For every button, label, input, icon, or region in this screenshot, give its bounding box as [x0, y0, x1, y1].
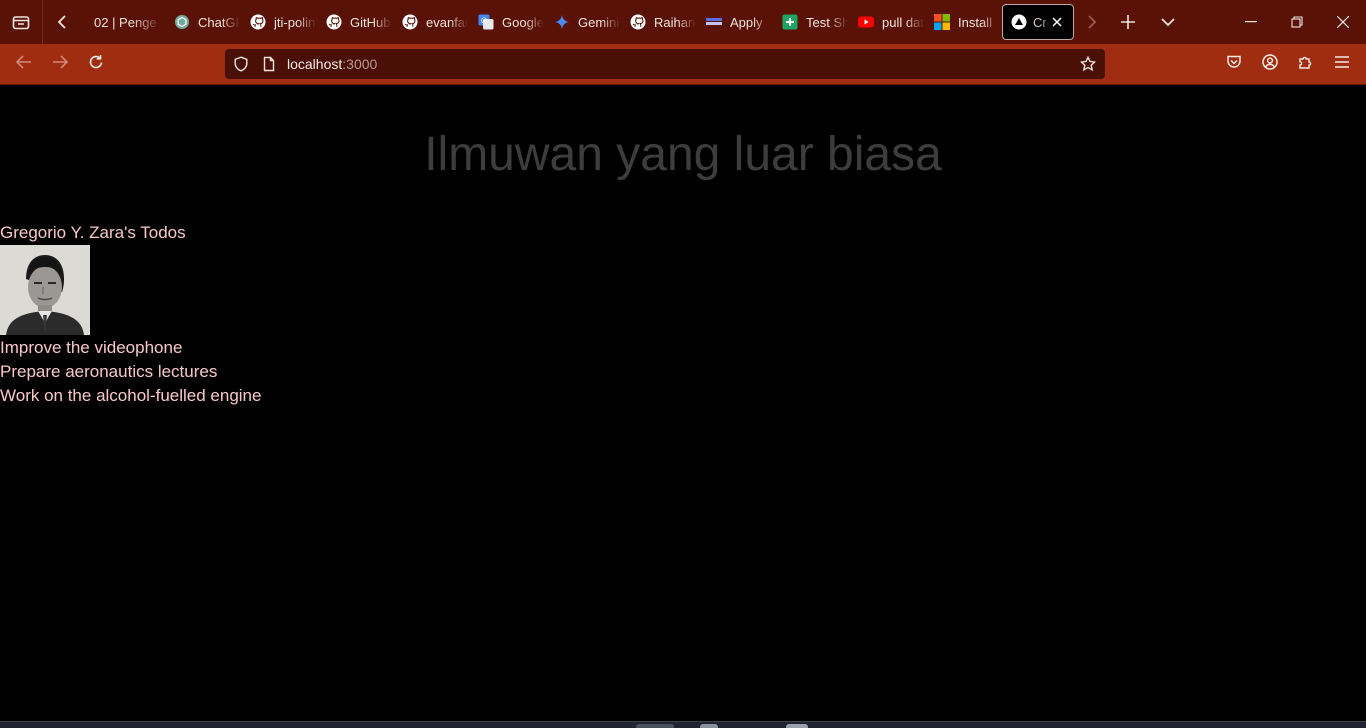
- tab-10[interactable]: pull data: [854, 4, 924, 40]
- tab-5[interactable]: G Google: [474, 4, 544, 40]
- tab-9[interactable]: Test Sheet: [778, 4, 848, 40]
- reload-button[interactable]: [80, 48, 112, 80]
- tab-6[interactable]: Gemini: [550, 4, 620, 40]
- apply-icon: [706, 14, 722, 30]
- tab-title: jti-polinema: [274, 14, 316, 30]
- tab-title: Gemini: [578, 14, 620, 30]
- chevron-right-icon: [1087, 14, 1097, 30]
- taskbar-item[interactable]: [636, 724, 674, 728]
- close-icon: [1337, 16, 1349, 28]
- tab-title: Install: [958, 14, 992, 30]
- tab-strip: 02 | Penge ChatGPT jti-polinema GitHub e…: [0, 0, 1366, 44]
- reload-icon: [88, 54, 104, 75]
- nextjs-triangle-icon: [1011, 14, 1027, 30]
- minimize-icon: [1245, 21, 1257, 23]
- minimize-button[interactable]: [1228, 0, 1274, 44]
- sheets-plus-icon: [782, 14, 798, 30]
- pocket-icon: [1226, 54, 1242, 75]
- tab-4[interactable]: evanfadilah: [398, 4, 468, 40]
- scroll-tabs-right-button[interactable]: [1080, 0, 1104, 44]
- google-translate-icon: G: [478, 14, 494, 30]
- list-item: Prepare aeronautics lectures: [0, 362, 218, 381]
- restore-button[interactable]: [1274, 0, 1320, 44]
- forward-button[interactable]: [44, 48, 76, 80]
- plus-icon: [1121, 15, 1135, 29]
- tab-title: Create Next App: [1033, 14, 1049, 30]
- list-all-tabs-button[interactable]: [1152, 0, 1184, 44]
- list-item: Improve the videophone: [0, 338, 183, 357]
- tab-title: Apply: [730, 14, 763, 30]
- url-host: localhost: [287, 56, 343, 72]
- arrow-left-icon: [15, 54, 32, 74]
- close-tab-icon[interactable]: [1049, 14, 1065, 30]
- tab-8[interactable]: Apply: [702, 4, 772, 40]
- shield-icon[interactable]: [233, 56, 249, 72]
- puzzle-icon: [1298, 54, 1314, 75]
- hamburger-menu-icon: [1334, 55, 1350, 74]
- tab-3[interactable]: GitHub: [322, 4, 392, 40]
- app-menu-button[interactable]: [1326, 48, 1358, 80]
- microsoft-icon: [934, 14, 950, 30]
- tab-7[interactable]: Raihan: [626, 4, 696, 40]
- tab-title: Raihan: [654, 14, 696, 30]
- scientist-portrait: [0, 245, 90, 335]
- tab-title: Google: [502, 14, 544, 30]
- github-icon: [630, 14, 646, 30]
- tab-12-active[interactable]: Create Next App: [1002, 4, 1074, 40]
- tabstrip-separator: [42, 0, 43, 44]
- tab-1[interactable]: ChatGPT: [170, 4, 240, 40]
- navigation-toolbar: localhost:3000: [0, 44, 1366, 84]
- taskbar-item[interactable]: [700, 724, 718, 728]
- chevron-down-icon: [1161, 17, 1175, 27]
- tab-title: GitHub: [350, 14, 391, 30]
- restore-icon: [1291, 16, 1303, 28]
- tab-title: evanfadilah: [426, 14, 468, 30]
- extensions-button[interactable]: [1290, 48, 1322, 80]
- os-taskbar: [0, 721, 1366, 728]
- tab-2[interactable]: jti-polinema: [246, 4, 316, 40]
- page-info-icon[interactable]: [261, 56, 277, 72]
- gemini-icon: [554, 14, 570, 30]
- taskbar-item[interactable]: [786, 724, 808, 728]
- new-tab-button[interactable]: [1112, 0, 1144, 44]
- bookmark-star-icon[interactable]: [1079, 55, 1097, 72]
- firefox-view-icon: [12, 14, 30, 30]
- back-button[interactable]: [8, 48, 40, 80]
- github-icon: [402, 14, 418, 30]
- tab-title: 02 | Penge: [94, 14, 157, 30]
- pocket-button[interactable]: [1218, 48, 1250, 80]
- svg-text:G: G: [481, 17, 487, 26]
- page-content: Ilmuwan yang luar biasa Gregorio Y. Zara…: [0, 85, 1366, 721]
- tab-title: ChatGPT: [198, 14, 240, 30]
- todo-list: Improve the videophone Prepare aeronauti…: [0, 336, 261, 408]
- tab-11[interactable]: Install: [930, 4, 1000, 40]
- chatgpt-icon: [174, 14, 190, 30]
- url-text[interactable]: localhost:3000: [287, 56, 377, 72]
- tab-title: pull data: [882, 14, 924, 30]
- tab-title: Test Sheet: [806, 14, 848, 30]
- arrow-right-icon: [52, 54, 69, 74]
- youtube-icon: [858, 14, 874, 30]
- todo-owner-title: Gregorio Y. Zara's Todos: [0, 223, 186, 242]
- close-window-button[interactable]: [1320, 0, 1366, 44]
- firefox-view-button[interactable]: [0, 0, 42, 44]
- list-item: Work on the alcohol-fuelled engine: [0, 386, 262, 405]
- scroll-tabs-left-button[interactable]: [48, 0, 76, 44]
- page-title: Ilmuwan yang luar biasa: [424, 128, 942, 181]
- url-port: :3000: [342, 56, 378, 72]
- tab-0[interactable]: 02 | Penge: [90, 4, 162, 40]
- chevron-left-icon: [57, 14, 67, 30]
- account-button[interactable]: [1254, 48, 1286, 80]
- account-icon: [1262, 53, 1278, 75]
- address-bar[interactable]: localhost:3000: [225, 49, 1105, 79]
- github-icon: [250, 14, 266, 30]
- github-icon: [326, 14, 342, 30]
